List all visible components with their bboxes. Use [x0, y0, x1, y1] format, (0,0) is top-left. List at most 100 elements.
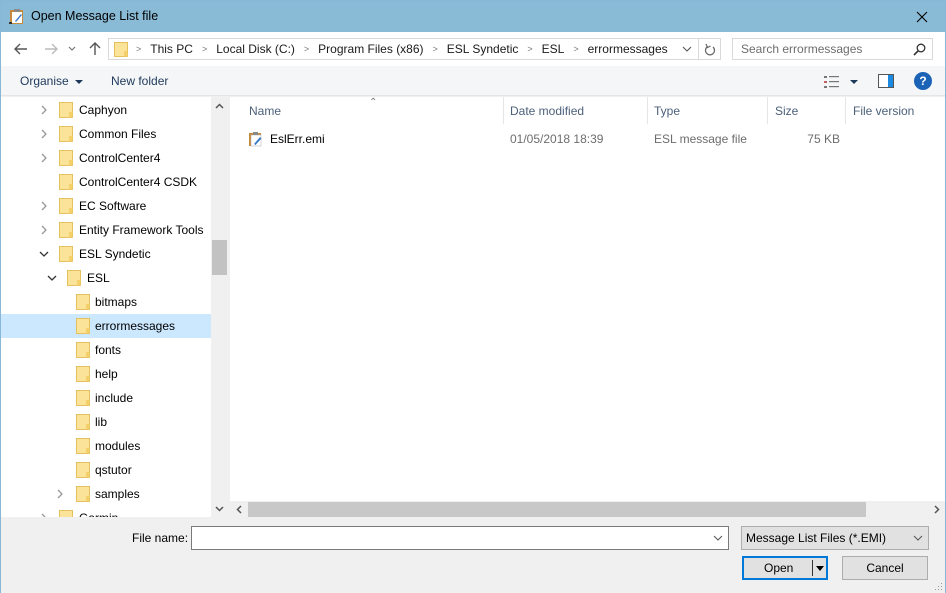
refresh-button[interactable] [698, 39, 720, 59]
tree-item[interactable]: qstutor [1, 458, 211, 482]
tree-item[interactable]: help [1, 362, 211, 386]
chevron-right-icon[interactable] [39, 513, 49, 517]
folder-icon [76, 462, 90, 478]
close-button[interactable] [899, 1, 945, 32]
column-header-file-version[interactable]: File version [853, 97, 943, 124]
chevron-right-icon[interactable] [39, 201, 49, 211]
tree-item[interactable]: include [1, 386, 211, 410]
forward-button[interactable] [41, 39, 61, 59]
column-divider[interactable] [845, 97, 846, 124]
cancel-button[interactable]: Cancel [842, 556, 928, 580]
tree-item[interactable]: Caphyon [1, 98, 211, 122]
column-divider[interactable] [767, 97, 768, 124]
recent-locations-button[interactable] [65, 39, 79, 59]
chevron-down-icon [68, 46, 76, 51]
resize-grip-icon[interactable] [935, 583, 943, 591]
breadcrumb-program-files[interactable]: Program Files (x86) [318, 42, 423, 56]
file-type-selected: Message List Files (*.EMI) [746, 531, 887, 545]
help-button[interactable]: ? [914, 72, 932, 90]
chevron-down-icon [913, 535, 923, 541]
scroll-thumb[interactable] [212, 240, 227, 275]
chevron-right-icon[interactable] [39, 105, 49, 115]
file-type-select[interactable]: Message List Files (*.EMI) [741, 526, 929, 550]
file-row[interactable]: EslErr.emi 01/05/2018 18:39 ESL message … [230, 128, 945, 150]
address-bar[interactable]: > This PC > Local Disk (C:) > Program Fi… [108, 38, 721, 60]
folder-icon [67, 270, 81, 286]
tree-item[interactable]: modules [1, 434, 211, 458]
folder-icon [114, 41, 128, 57]
chevron-right-icon [933, 505, 940, 514]
breadcrumb-esl[interactable]: ESL [542, 42, 565, 56]
tree-item[interactable]: ControlCenter4 [1, 146, 211, 170]
chevron-right-icon[interactable] [39, 153, 49, 163]
caret-down-icon [850, 80, 858, 84]
tree-item[interactable]: ESL Syndetic [1, 242, 211, 266]
chevron-down-icon[interactable] [47, 273, 57, 283]
breadcrumb-separator[interactable]: > [433, 44, 438, 54]
chevron-right-icon[interactable] [39, 129, 49, 139]
tree-item[interactable]: ESL [1, 266, 211, 290]
column-header-type[interactable]: Type [654, 97, 764, 124]
tree-item[interactable]: samples [1, 482, 211, 506]
preview-pane-button[interactable] [878, 74, 894, 88]
folder-icon [59, 126, 73, 142]
change-view-button[interactable] [823, 74, 863, 90]
folder-icon [59, 174, 73, 190]
tree-item[interactable]: ControlCenter4 CSDK [1, 170, 211, 194]
search-box[interactable]: Search errormessages [732, 38, 933, 60]
tree-item-label: help [95, 367, 118, 381]
breadcrumb-separator[interactable]: > [304, 44, 309, 54]
tree-item[interactable]: bitmaps [1, 290, 211, 314]
organise-button[interactable]: Organise [20, 74, 83, 88]
open-dropdown-icon[interactable] [816, 566, 824, 571]
title-bar: Open Message List file [1, 1, 945, 32]
chevron-down-icon[interactable] [712, 532, 724, 544]
column-divider[interactable] [647, 97, 648, 124]
column-divider[interactable] [503, 97, 504, 124]
file-list-horizontal-scrollbar[interactable] [230, 501, 945, 518]
tree-item[interactable]: fonts [1, 338, 211, 362]
breadcrumb-this-pc[interactable]: This PC [150, 42, 193, 56]
breadcrumb-separator[interactable]: > [202, 44, 207, 54]
chevron-right-icon[interactable] [55, 489, 65, 499]
tree-item-label: bitmaps [95, 295, 138, 309]
tree-item[interactable]: EC Software [1, 194, 211, 218]
file-size: 75 KB [807, 132, 840, 146]
up-button[interactable] [85, 39, 105, 59]
tree-vertical-scrollbar[interactable] [211, 97, 228, 517]
column-header-size[interactable]: Size [775, 97, 845, 124]
caret-down-icon [74, 79, 83, 84]
split-divider [812, 560, 813, 576]
new-folder-button[interactable]: New folder [111, 74, 168, 88]
search-icon[interactable] [913, 43, 926, 56]
breadcrumb-separator[interactable]: > [527, 44, 532, 54]
file-name-input[interactable] [191, 526, 729, 550]
scroll-down-button[interactable] [211, 500, 228, 517]
back-button[interactable] [11, 39, 31, 59]
tree-item-label: ControlCenter4 [79, 151, 161, 165]
folder-icon [59, 246, 73, 262]
tree-item[interactable]: Entity Framework Tools [1, 218, 211, 242]
column-header-name[interactable]: Name [249, 97, 499, 124]
breadcrumb-esl-syndetic[interactable]: ESL Syndetic [447, 42, 519, 56]
scroll-left-button[interactable] [230, 501, 247, 518]
breadcrumb-errormessages[interactable]: errormessages [588, 42, 668, 56]
scroll-right-button[interactable] [928, 501, 945, 518]
navigation-bar: > This PC > Local Disk (C:) > Program Fi… [1, 32, 945, 66]
folder-icon [59, 102, 73, 118]
breadcrumb-local-disk[interactable]: Local Disk (C:) [216, 42, 295, 56]
tree-item[interactable]: lib [1, 410, 211, 434]
chevron-down-icon[interactable] [39, 249, 49, 259]
arrow-up-icon [89, 42, 101, 55]
column-header-date-modified[interactable]: Date modified [510, 97, 640, 124]
scroll-up-button[interactable] [211, 97, 228, 114]
tree-item-label: qstutor [95, 463, 132, 477]
breadcrumb-separator[interactable]: > [573, 44, 578, 54]
chevron-right-icon[interactable] [39, 225, 49, 235]
tree-item[interactable]: errormessages [1, 314, 211, 338]
tree-item[interactable]: Common Files [1, 122, 211, 146]
open-button[interactable]: Open [742, 556, 828, 580]
address-dropdown-icon[interactable] [680, 42, 694, 56]
tree-item[interactable]: Garmin [1, 506, 211, 517]
scroll-thumb[interactable] [248, 502, 866, 517]
